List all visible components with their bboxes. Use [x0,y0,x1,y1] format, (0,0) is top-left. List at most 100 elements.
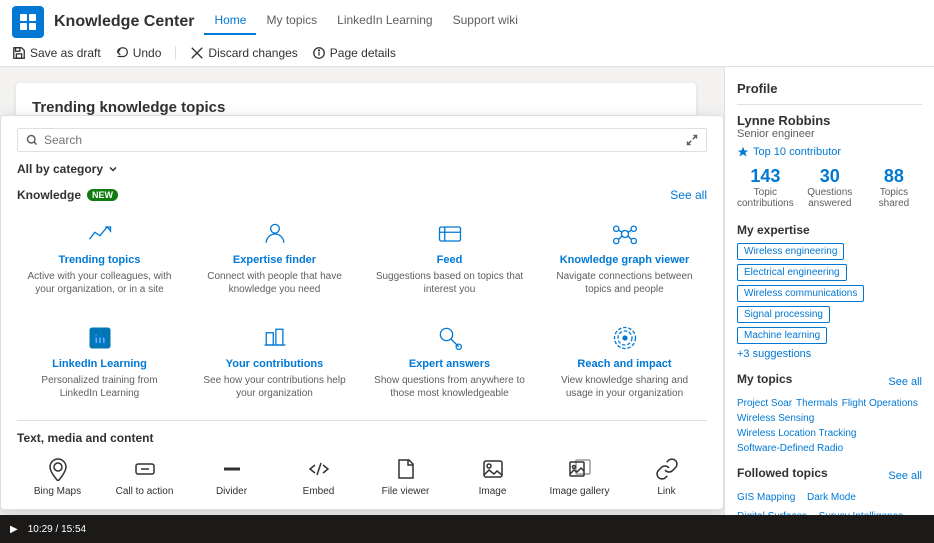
trophy-icon [737,146,749,158]
search-bar [17,128,707,152]
followed-survey[interactable]: Survey Intelligence [819,511,904,515]
stat-label-shared: Topicsshared [866,187,922,209]
expertise-finder-icon [259,218,291,250]
followed-section: Followed topics See all GIS Mapping Dark… [737,466,922,515]
knowledge-label: Knowledge [17,188,81,202]
expertise-suggestions[interactable]: +3 suggestions [737,348,922,360]
toolbar: Save as draft Undo Discard changes Page … [12,42,922,66]
knowledge-item-linkedin[interactable]: in LinkedIn Learning Personalized traini… [17,316,182,406]
stat-num-contributions: 143 [737,166,794,187]
knowledge-item-reach[interactable]: Reach and impact View knowledge sharing … [542,316,707,406]
linkedin-title: LinkedIn Learning [52,358,147,370]
knowledge-dropdown: All by category Knowledge NEW See all [0,115,724,510]
reach-impact-desc: View knowledge sharing and usage in your… [548,374,701,400]
content-divider[interactable]: Divider [191,455,272,497]
profile-name: Lynne Robbins [737,113,922,128]
nav-tab-support[interactable]: Support wiki [443,9,528,35]
nav-tab-mytopics[interactable]: My topics [256,9,327,35]
knowledge-item-graph[interactable]: Knowledge graph viewer Navigate connecti… [542,212,707,302]
contributor-badge: Top 10 contributor [737,146,922,158]
topic-sdr[interactable]: Software-Defined Radio [737,443,843,454]
tag-wireless-comm[interactable]: Wireless communications [737,285,864,302]
content-image[interactable]: Image [452,455,533,497]
content-link[interactable]: Link [626,455,707,497]
contributions-desc: See how your contributions help your org… [198,374,351,400]
divider-label: Divider [216,486,247,497]
tag-electrical-eng[interactable]: Electrical engineering [737,264,847,281]
discard-changes-button[interactable]: Discard changes [190,46,297,60]
knowledge-item-feed[interactable]: Feed Suggestions based on topics that in… [367,212,532,302]
expertise-tags: Wireless engineering Electrical engineer… [737,243,922,344]
embed-label: Embed [303,486,335,497]
feed-icon [434,218,466,250]
undo-button[interactable]: Undo [115,46,162,60]
followed-header: Followed topics See all [737,466,922,486]
content-grid: Bing Maps Call to action Divider [17,455,707,497]
trending-topics-desc: Active with your colleagues, with your o… [23,270,176,296]
expert-answers-title: Expert answers [409,358,490,370]
knowledge-item-contributions[interactable]: Your contributions See how your contribu… [192,316,357,406]
file-viewer-icon [392,455,420,483]
knowledge-item-expert[interactable]: Expert answers Show questions from anywh… [367,316,532,406]
call-to-action-label: Call to action [116,486,174,497]
graph-viewer-title: Knowledge graph viewer [560,254,690,266]
bing-maps-icon [44,455,72,483]
linkedin-icon: in [84,322,116,354]
file-viewer-label: File viewer [382,486,430,497]
followed-gis[interactable]: GIS Mapping [737,492,795,507]
topic-flight-ops[interactable]: Flight Operations [842,398,918,409]
stat-num-shared: 88 [866,166,922,187]
page-details-button[interactable]: Page details [312,46,396,60]
image-icon [479,455,507,483]
see-all-link[interactable]: See all [670,188,707,202]
stats-row: 143 Topiccontributions 30 Questionsanswe… [737,166,922,209]
content-file-viewer[interactable]: File viewer [365,455,446,497]
search-input[interactable] [44,133,686,147]
category-dropdown[interactable]: All by category [17,162,707,176]
stat-label-questions: Questionsanswered [802,187,858,209]
link-label: Link [657,486,675,497]
topics-list: Project Soar Thermals Flight Operations … [737,398,922,454]
play-button[interactable]: ▶ [10,524,18,535]
topic-wireless-loc[interactable]: Wireless Location Tracking [737,428,857,439]
topics-see-all[interactable]: See all [888,376,922,388]
topic-wireless-sensing[interactable]: Wireless Sensing [737,413,814,424]
search-icon [26,134,38,146]
new-badge: NEW [87,189,118,201]
content-bing-maps[interactable]: Bing Maps [17,455,98,497]
tag-wireless-eng[interactable]: Wireless engineering [737,243,844,260]
content-image-gallery[interactable]: Image gallery [539,455,620,497]
stat-contributions: 143 Topiccontributions [737,166,794,209]
save-draft-button[interactable]: Save as draft [12,46,101,60]
expertise-finder-title: Expertise finder [233,254,316,266]
app-header: Knowledge Center Home My topics LinkedIn… [0,0,934,67]
tag-machine-learn[interactable]: Machine learning [737,327,827,344]
app-title: Knowledge Center [54,13,194,31]
knowledge-item-expertise[interactable]: Expertise finder Connect with people tha… [192,212,357,302]
content-call-to-action[interactable]: Call to action [104,455,185,497]
knowledge-item-trending[interactable]: Trending topics Active with your colleag… [17,212,182,302]
stat-shared: 88 Topicsshared [866,166,922,209]
followed-dark-mode[interactable]: Dark Mode [807,492,856,507]
main-content: Trending knowledge topics My colleagues … [0,67,934,515]
topics-section: My topics See all Project Soar Thermals … [737,372,922,454]
followed-see-all[interactable]: See all [888,470,922,482]
image-gallery-icon [566,455,594,483]
content-section-title: Text, media and content [17,420,707,445]
nav-tab-linkedin[interactable]: LinkedIn Learning [327,9,442,35]
reach-impact-title: Reach and impact [577,358,671,370]
topics-header: My topics See all [737,372,922,392]
reach-impact-icon [609,322,641,354]
topic-project-soar[interactable]: Project Soar [737,398,792,409]
followed-title: Followed topics [737,466,828,480]
expert-answers-desc: Show questions from anywhere to those mo… [373,374,526,400]
bing-maps-label: Bing Maps [34,486,81,497]
profile-section: Profile Lynne Robbins Senior engineer To… [737,81,922,209]
content-embed[interactable]: Embed [278,455,359,497]
topic-thermals[interactable]: Thermals [796,398,838,409]
trending-topics-title: Trending topics [59,254,141,266]
followed-digital[interactable]: Digital Surfaces [737,511,807,515]
nav-tab-home[interactable]: Home [204,9,256,35]
expertise-title: My expertise [737,223,922,237]
tag-signal-proc[interactable]: Signal processing [737,306,830,323]
